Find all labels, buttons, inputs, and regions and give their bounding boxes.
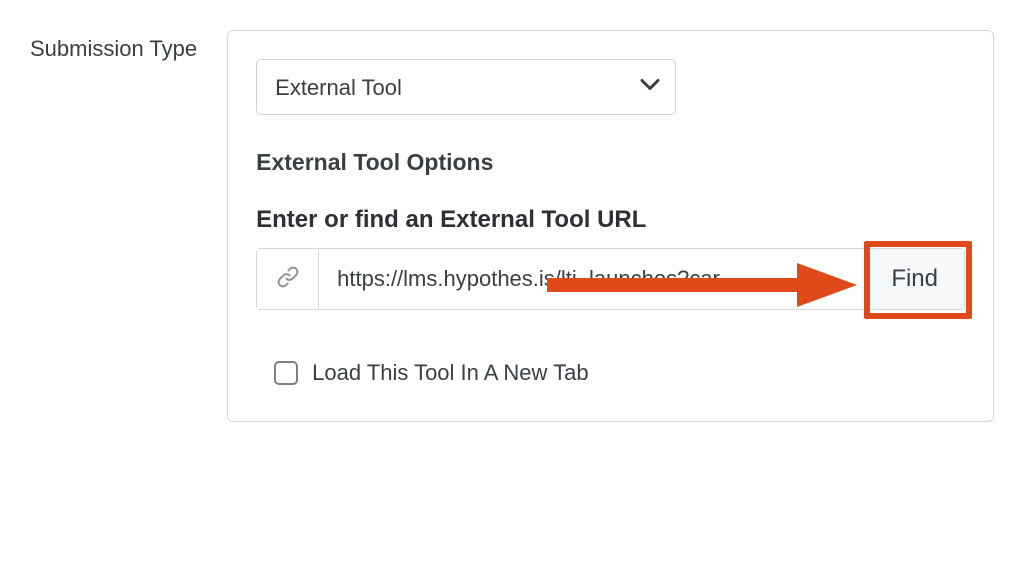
external-tool-url-input[interactable] bbox=[319, 249, 864, 309]
submission-type-select[interactable]: External Tool bbox=[256, 59, 676, 115]
submission-type-label: Submission Type bbox=[30, 30, 197, 62]
external-tool-url-label: Enter or find an External Tool URL bbox=[256, 206, 965, 234]
external-tool-options-heading: External Tool Options bbox=[256, 149, 965, 176]
external-tool-url-row: Find bbox=[256, 248, 965, 310]
load-new-tab-checkbox-label: Load This Tool In A New Tab bbox=[312, 360, 588, 386]
find-button[interactable]: Find bbox=[864, 249, 964, 309]
link-icon bbox=[275, 264, 301, 295]
load-new-tab-checkbox[interactable] bbox=[274, 361, 298, 385]
link-icon-box bbox=[257, 249, 319, 309]
submission-type-panel: External Tool External Tool Options Ente… bbox=[227, 30, 994, 422]
